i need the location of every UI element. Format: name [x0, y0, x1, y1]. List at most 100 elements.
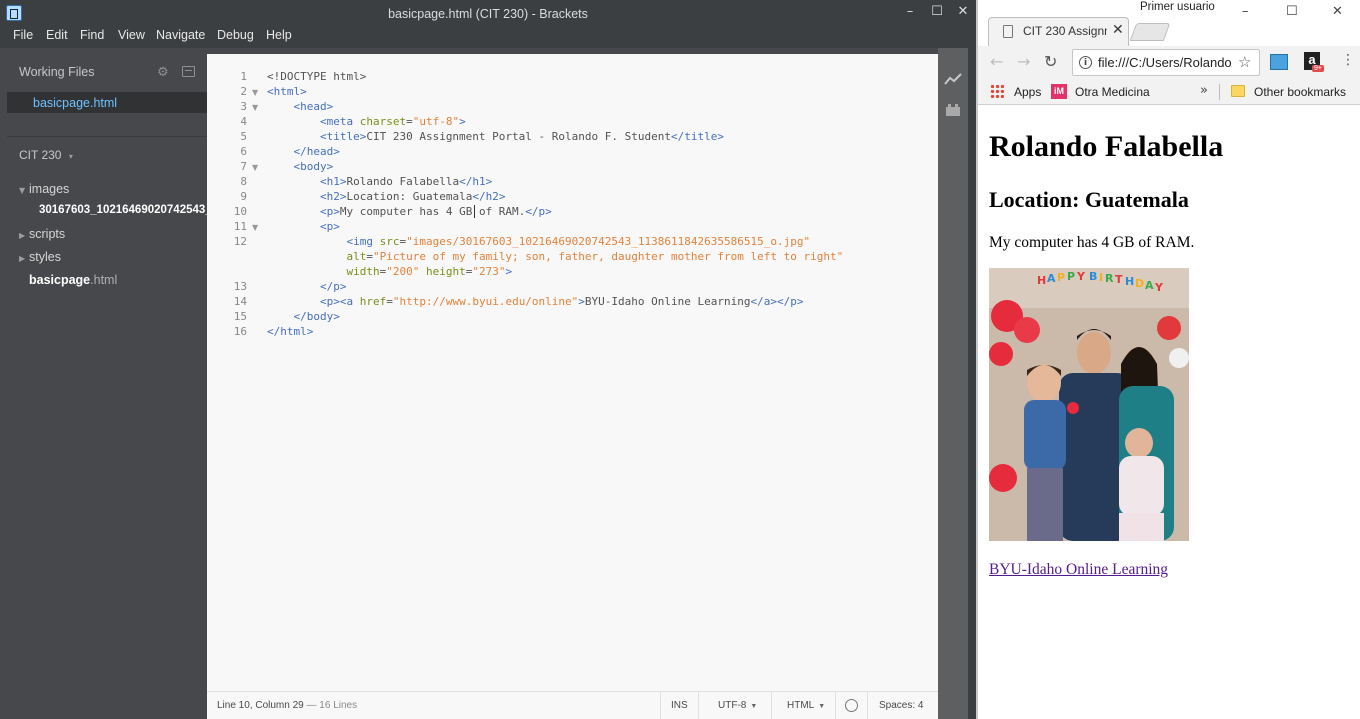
more-menu-icon[interactable]: ⋮	[1341, 52, 1355, 68]
folder-icon[interactable]	[1231, 85, 1245, 97]
live-preview-icon[interactable]	[944, 72, 962, 86]
chevron-down-icon: ▾	[68, 152, 73, 161]
code-editor[interactable]: 1 2 3 4 5 6 7 8 9 10 11 12 13 14 15 16 ▼…	[207, 54, 938, 691]
folder-expanded-icon[interactable]: ▼	[19, 186, 25, 195]
tab-close-icon[interactable]: ✕	[1112, 22, 1124, 38]
page-icon	[1003, 25, 1013, 38]
line-count: — 16 Lines	[303, 700, 358, 711]
chevron-down-icon: ▼	[818, 703, 826, 710]
code-line: width="200" height="273">	[346, 265, 513, 278]
encoding-label: UTF-8	[718, 700, 747, 711]
svg-text:R: R	[1105, 272, 1114, 285]
apps-grid-icon[interactable]	[990, 84, 1004, 98]
tab-title: CIT 230 Assignment Portal - Rolando F. S…	[1023, 24, 1107, 38]
status-divider	[698, 692, 699, 719]
fold-icon[interactable]: ▼	[252, 223, 258, 232]
family-photo: HA PP YB IR TH DA Y	[989, 268, 1189, 541]
tree-folder-images[interactable]: images	[29, 182, 69, 196]
line-number: 6	[240, 145, 247, 158]
tree-folder-styles[interactable]: styles	[29, 250, 61, 264]
bookmarks-bar: Apps iM Otra Medicina » Other bookmarks	[978, 79, 1360, 105]
minimize-button[interactable]: –	[1242, 4, 1249, 19]
code-line: <html>	[267, 85, 307, 98]
browser-tab[interactable]: CIT 230 Assignment Portal - Rolando F. S…	[988, 17, 1129, 46]
code-line: <title>CIT 230 Assignment Portal - Rolan…	[319, 130, 724, 143]
menu-edit[interactable]: Edit	[46, 28, 68, 42]
extension-badge: 9+	[1312, 65, 1324, 72]
folder-collapsed-icon[interactable]: ▶	[19, 254, 25, 263]
fold-icon[interactable]: ▼	[252, 88, 258, 97]
byui-online-link[interactable]: BYU-Idaho Online Learning	[989, 561, 1168, 579]
reload-icon[interactable]: ↻	[1044, 52, 1057, 71]
code-line: </body>	[293, 310, 340, 323]
status-divider	[771, 692, 772, 719]
fold-icon[interactable]: ▼	[252, 103, 258, 112]
code-line: alt="Picture of my family; son, father, …	[346, 250, 844, 263]
encoding-select[interactable]: UTF-8 ▼	[718, 700, 757, 711]
maximize-button[interactable]: ☐	[1286, 4, 1298, 19]
line-number: 2	[240, 85, 247, 98]
svg-text:A: A	[1145, 279, 1154, 292]
minimize-button[interactable]: –	[898, 2, 922, 22]
page-heading: Rolando Falabella	[989, 130, 1224, 163]
rendered-page: Rolando Falabella Location: Guatemala My…	[978, 106, 1360, 719]
line-number: 16	[233, 325, 247, 338]
bookmark-otra-medicina[interactable]: Otra Medicina	[1075, 85, 1150, 99]
cursor-position-label: Line 10, Column 29	[217, 700, 304, 711]
info-icon[interactable]: i	[1079, 56, 1092, 69]
project-dropdown[interactable]: CIT 230 ▾	[19, 148, 73, 162]
menu-help[interactable]: Help	[266, 28, 292, 42]
url-text[interactable]: file:///C:/Users/Rolando/	[1098, 55, 1232, 70]
code-line: <h1>Rolando Falabella</h1>	[319, 175, 493, 188]
forward-arrow-icon[interactable]: →	[1017, 52, 1030, 71]
menu-bar: File Edit Find View Navigate Debug Help	[0, 26, 976, 48]
folder-collapsed-icon[interactable]: ▶	[19, 231, 25, 240]
line-number: 5	[240, 130, 247, 143]
tree-file-html[interactable]: basicpage.html	[29, 273, 117, 287]
tree-folder-scripts[interactable]: scripts	[29, 227, 65, 241]
browser-toolbar: ← → ↻ i file:///C:/Users/Rolando/ ☆ a 9+…	[978, 46, 1360, 79]
extension-manager-icon[interactable]	[945, 103, 961, 117]
status-bar: Line 10, Column 29 — 16 Lines INS UTF-8 ▼…	[207, 691, 938, 719]
code-line: <meta charset="utf-8">	[319, 115, 466, 128]
bookmark-other[interactable]: Other bookmarks	[1254, 85, 1346, 99]
new-tab-button[interactable]	[1129, 23, 1171, 41]
sidebar: Working Files ⚙ basicpage.html CIT 230 ▾…	[0, 48, 207, 719]
code-line: </head>	[293, 145, 340, 158]
line-number: 13	[233, 280, 247, 293]
insert-mode-toggle[interactable]: INS	[671, 700, 688, 711]
maximize-button[interactable]: ☐	[925, 2, 949, 22]
fold-icon[interactable]: ▼	[252, 163, 258, 172]
address-bar[interactable]: i file:///C:/Users/Rolando/ ☆	[1072, 49, 1260, 76]
code-line: <h2>Location: Guatemala</h2>	[319, 190, 506, 203]
indent-setting[interactable]: Spaces: 4	[879, 700, 923, 711]
split-view-icon[interactable]	[182, 66, 195, 77]
profile-name[interactable]: Primer usuario	[1140, 1, 1215, 13]
bookmark-apps[interactable]: Apps	[1014, 85, 1041, 99]
menu-view[interactable]: View	[118, 28, 145, 42]
working-files-header: Working Files	[19, 65, 95, 79]
menu-file[interactable]: File	[13, 28, 33, 42]
tree-file-image[interactable]: 30167603_10216469020742543_1138611842635…	[39, 204, 207, 216]
menu-debug[interactable]: Debug	[217, 28, 254, 42]
bookmarks-overflow-icon[interactable]: »	[1200, 83, 1208, 98]
file-name: basicpage	[29, 273, 91, 287]
line-number: 15	[233, 310, 247, 323]
bookmark-star-icon[interactable]: ☆	[1238, 53, 1251, 71]
language-select[interactable]: HTML ▼	[787, 700, 825, 711]
svg-text:D: D	[1135, 277, 1144, 290]
code-line: </html>	[267, 325, 314, 338]
code-line: <p>	[319, 220, 340, 233]
gear-icon[interactable]: ⚙	[157, 65, 170, 78]
close-button[interactable]: ✕	[1332, 4, 1343, 19]
menu-navigate[interactable]: Navigate	[156, 28, 205, 42]
linter-status-icon[interactable]	[845, 699, 858, 712]
line-number: 1	[240, 70, 247, 83]
otra-medicina-icon[interactable]: iM	[1051, 84, 1067, 99]
extension-icon[interactable]	[1270, 54, 1288, 70]
svg-text:T: T	[1115, 273, 1123, 286]
chrome-titlebar: Primer usuario – ☐ ✕ CIT 230 Assignment …	[978, 0, 1360, 46]
back-arrow-icon[interactable]: ←	[990, 52, 1003, 71]
menu-find[interactable]: Find	[80, 28, 104, 42]
working-file-item[interactable]: basicpage.html	[7, 92, 207, 113]
